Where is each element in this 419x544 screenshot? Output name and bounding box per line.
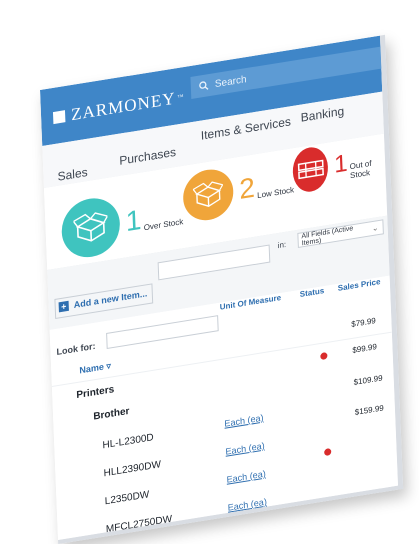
logo-text: ZARMONEY <box>71 89 176 126</box>
logo-trademark: ™ <box>177 94 184 101</box>
over-stock-label: Over Stock <box>144 217 184 232</box>
scope-label: in: <box>278 240 287 250</box>
status-dot <box>320 352 327 360</box>
row-name: L2350DW <box>105 489 150 507</box>
tab-purchases[interactable]: Purchases <box>119 145 176 168</box>
add-item-button[interactable]: + Add a new Item... <box>59 288 148 312</box>
item-search-input[interactable] <box>158 244 271 280</box>
tab-items-services[interactable]: Items & Services <box>201 114 292 142</box>
row-name: HLL2390DW <box>103 459 161 479</box>
chevron-down-icon: ⌄ <box>372 223 379 233</box>
over-stock-card[interactable]: 1 Over Stock <box>61 184 184 261</box>
low-stock-card[interactable]: 2 Low Stock <box>182 156 294 224</box>
row-unit-link[interactable]: Each (ea) <box>225 441 264 457</box>
add-item-button-frame <box>54 283 153 319</box>
look-for-label: Look for: <box>56 341 95 357</box>
row-unit-link[interactable]: Each (ea) <box>226 469 265 485</box>
look-for-input[interactable] <box>106 315 219 349</box>
row-name: Brother <box>93 406 130 423</box>
status-dot <box>324 448 331 456</box>
low-stock-label: Low Stock <box>257 185 294 200</box>
row-name: HL-L2300D <box>102 432 154 451</box>
row-unit-link[interactable]: Each (ea) <box>224 413 263 429</box>
search-input[interactable]: Search <box>190 46 383 99</box>
out-of-stock-count: 1 <box>334 152 348 178</box>
open-box-icon <box>61 194 121 261</box>
row-name: Printers <box>76 384 114 401</box>
sort-icon: ▿ <box>106 360 111 371</box>
row-unit-link[interactable]: Each (ea) <box>228 497 267 513</box>
logo-mark-icon <box>53 110 65 124</box>
logo[interactable]: ZARMONEY ™ <box>53 87 185 128</box>
column-name-header[interactable]: Name ▿ <box>79 360 111 376</box>
over-stock-count: 1 <box>125 206 142 236</box>
pallet-icon <box>292 145 329 195</box>
open-box-icon <box>182 166 234 224</box>
search-placeholder: Search <box>215 74 247 90</box>
column-name-label: Name <box>79 362 104 376</box>
out-of-stock-label: Out of Stock <box>350 157 386 181</box>
row-price: $79.99 <box>351 316 376 329</box>
tab-banking[interactable]: Banking <box>300 104 344 125</box>
app-window: ZARMONEY ™ Search Sales Purchases Items … <box>40 35 403 544</box>
search-icon <box>199 80 209 92</box>
row-name: MFCL2750DW <box>106 514 173 536</box>
low-stock-count: 2 <box>239 173 256 203</box>
